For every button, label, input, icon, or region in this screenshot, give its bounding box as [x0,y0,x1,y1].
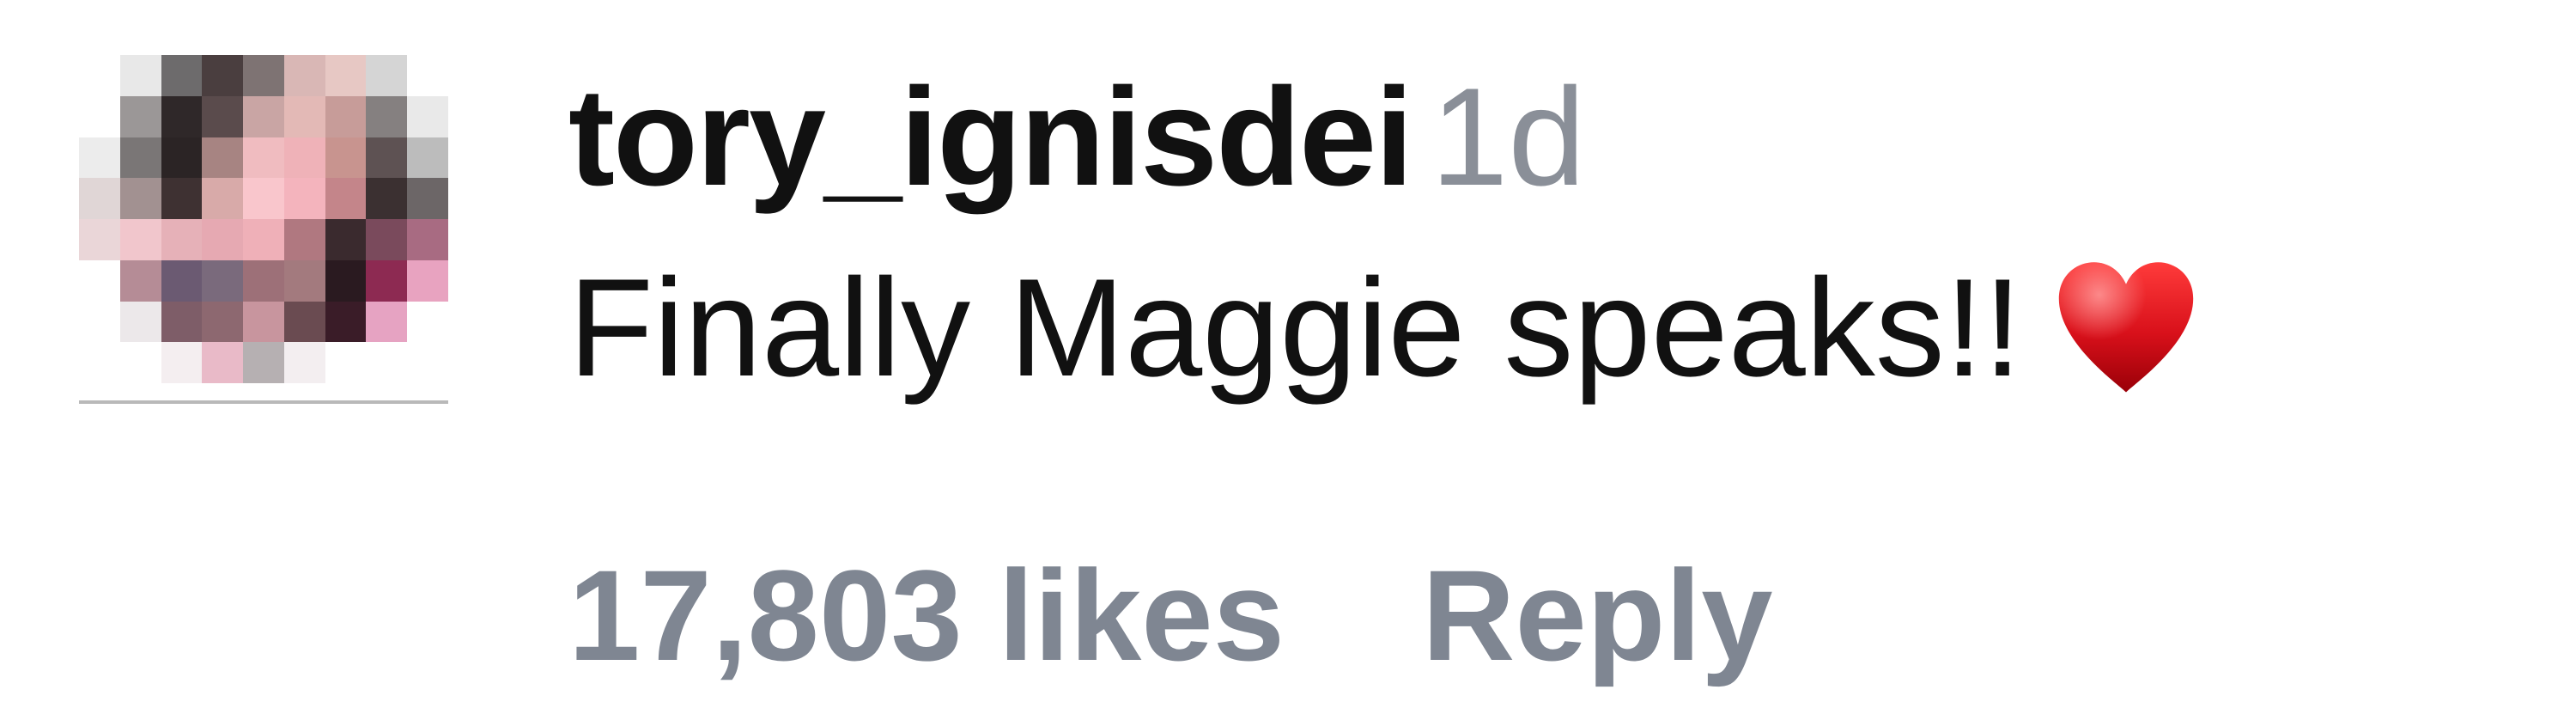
reply-button[interactable]: Reply [1422,543,1772,687]
comment-header: tory_ignisdei 1d [568,52,1585,223]
comment-actions: 17,803 likes Reply [568,538,1773,693]
avatar-pixel-image [79,55,448,404]
comment-text-row: Finally Maggie speaks!! [568,242,2199,414]
comment-item: tory_ignisdei1d Finally Maggie speaks!! [0,0,2576,708]
username-link[interactable]: tory_ignisdei [568,59,1413,215]
red-heart-icon [2053,258,2199,395]
avatar-divider [79,400,448,404]
comment-text: Finally Maggie speaks!! [568,250,2022,406]
comment-timestamp: 1d [1431,59,1586,215]
avatar[interactable] [79,34,448,404]
likes-count-button[interactable]: 17,803 likes [568,543,1285,687]
